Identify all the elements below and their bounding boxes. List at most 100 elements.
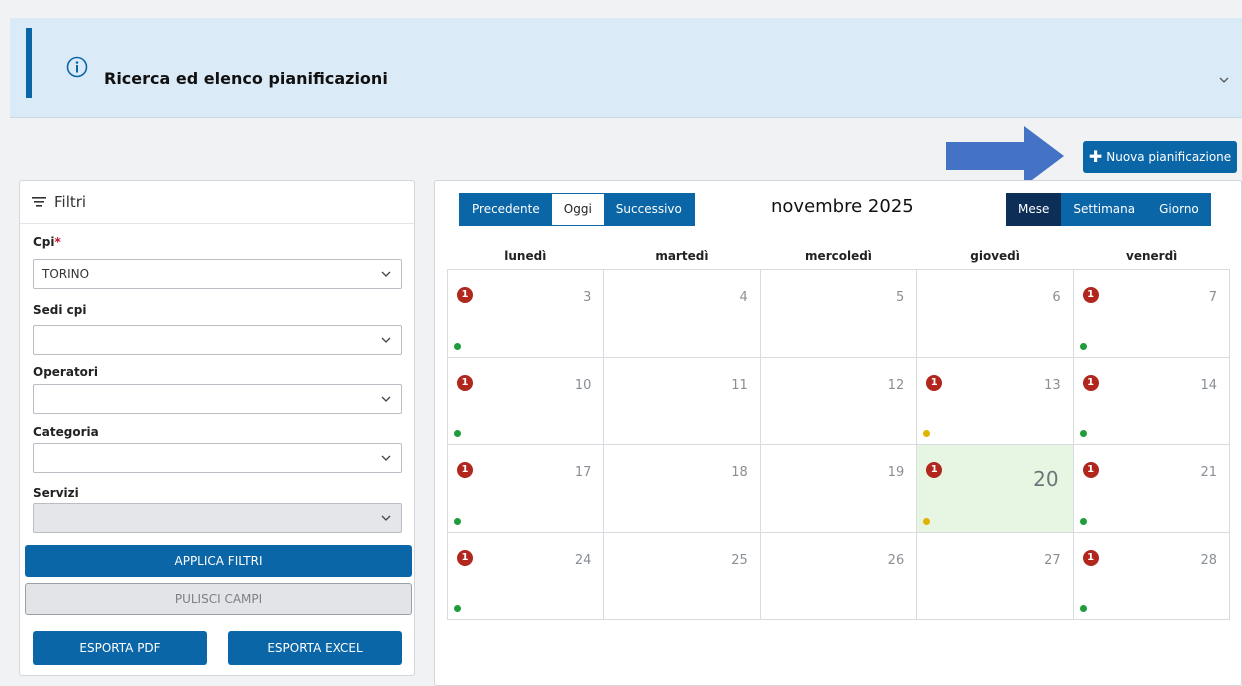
event-count-badge[interactable]: 1 [926, 374, 943, 391]
calendar-day[interactable]: 13 [448, 270, 605, 358]
banner-title: Ricerca ed elenco pianificazioni [104, 69, 388, 88]
event-count-badge[interactable]: 1 [1082, 287, 1099, 303]
calendar-day[interactable]: 1 21 [1073, 445, 1231, 533]
event-count-badge[interactable]: 1 [926, 462, 943, 478]
calendar-day[interactable]: 1 17 [448, 445, 605, 533]
calendar-nav-group: Precedente Oggi Successivo [459, 193, 695, 226]
calendar-day[interactable]: 1 14 [1073, 357, 1231, 445]
day-number: 4 [739, 290, 748, 305]
calendar-day[interactable]: 6 [917, 270, 1074, 358]
operatori-select[interactable] [33, 384, 402, 414]
apply-filters-button[interactable]: APPLICA FILTRI [25, 545, 412, 577]
chevron-down-icon [381, 337, 391, 343]
status-dot-yellow [923, 430, 931, 437]
export-excel-button[interactable]: ESPORTA EXCEL [228, 631, 402, 665]
categoria-label: Categoria [33, 425, 99, 439]
day-number: 12 [887, 377, 905, 393]
calendar-day[interactable]: 12 [760, 357, 918, 445]
chevron-down-icon[interactable] [1218, 74, 1230, 86]
prev-button[interactable]: Precedente [460, 194, 552, 225]
day-number: 7 [1208, 290, 1218, 305]
day-number: 5 [895, 290, 905, 305]
today-button[interactable]: Oggi [551, 194, 604, 225]
calendar-day[interactable]: 19 [760, 445, 918, 533]
day-number: 24 [574, 552, 592, 568]
view-day-button[interactable]: Giorno [1147, 193, 1211, 226]
view-week-button[interactable]: Settimana [1061, 193, 1148, 226]
page: Ricerca ed elenco pianificazioni ✚ Nuova… [0, 0, 1242, 686]
day-number: 18 [731, 465, 748, 480]
next-button[interactable]: Successivo [603, 194, 694, 225]
event-count-badge[interactable]: 1 [457, 374, 473, 391]
calendar-day[interactable]: 1 13 [917, 357, 1074, 445]
calendar-day[interactable]: 17 [1073, 270, 1231, 358]
day-number: 28 [1200, 552, 1218, 568]
calendar-week-row: 1 24 25 26 27 1 28 [448, 532, 1231, 620]
day-number: 26 [887, 552, 905, 568]
calendar-day[interactable]: 1 28 [1073, 532, 1231, 620]
event-count-badge[interactable]: 1 [1082, 462, 1099, 478]
cpi-select[interactable]: TORINO [33, 259, 402, 289]
status-dot-green [1079, 430, 1087, 437]
event-count-badge[interactable]: 1 [457, 549, 473, 566]
weekday-header: lunedì [504, 249, 547, 263]
status-dot-green [454, 605, 461, 612]
calendar-week-row: 1 10 11 12 1 13 1 14 [448, 357, 1231, 445]
view-month-button[interactable]: Mese [1006, 193, 1062, 226]
chevron-down-icon [381, 271, 391, 277]
calendar-day[interactable]: 26 [760, 532, 918, 620]
calendar-day[interactable]: 27 [917, 532, 1074, 620]
servizi-select[interactable] [33, 503, 402, 533]
pointer-arrow-icon [946, 126, 1064, 186]
status-dot-green [1079, 517, 1087, 525]
calendar-day[interactable]: 18 [604, 445, 761, 533]
chevron-down-icon [381, 455, 391, 461]
filters-title: Filtri [54, 193, 87, 211]
banner-accent-bar [26, 28, 32, 98]
weekday-header: venerdì [1126, 249, 1178, 263]
calendar-day[interactable]: 11 [604, 357, 761, 445]
clear-fields-button[interactable]: PULISCI CAMPI [25, 583, 412, 615]
calendar-day[interactable]: 5 [760, 270, 918, 358]
cpi-select-value: TORINO [42, 267, 90, 281]
day-number: 20 [1033, 467, 1059, 491]
filters-header: Filtri [32, 193, 86, 211]
chevron-down-icon [381, 515, 391, 521]
new-planning-label: Nuova pianificazione [1106, 150, 1232, 164]
day-number: 27 [1044, 552, 1061, 568]
categoria-select[interactable] [33, 443, 402, 473]
info-icon [66, 56, 88, 78]
calendar-day-today[interactable]: 1 20 [917, 445, 1074, 533]
event-count-badge[interactable]: 1 [1082, 549, 1099, 566]
event-count-badge[interactable]: 1 [1082, 374, 1099, 391]
export-pdf-button[interactable]: ESPORTA PDF [33, 631, 207, 665]
event-count-badge[interactable]: 1 [457, 287, 473, 303]
calendar-day[interactable]: 4 [604, 270, 761, 358]
status-dot-green [454, 517, 461, 525]
day-number: 11 [731, 377, 748, 393]
chevron-down-icon [381, 396, 391, 402]
day-number: 13 [1044, 377, 1061, 393]
calendar-grid: lunedì martedì mercoledì giovedì venerdì 13 4… [447, 243, 1231, 620]
sedi-select[interactable] [33, 325, 402, 355]
info-banner[interactable]: Ricerca ed elenco pianificazioni [10, 18, 1242, 118]
calendar-day[interactable]: 1 10 [448, 357, 605, 445]
status-dot-green [1079, 342, 1087, 350]
day-number: 14 [1200, 377, 1218, 393]
filters-panel: Filtri Cpi* TORINO Sedi cpi Operatori Ca… [19, 180, 415, 676]
calendar-week-row: 1 17 18 19 1 20 1 21 [448, 445, 1231, 533]
new-planning-button[interactable]: ✚ Nuova pianificazione [1083, 141, 1237, 173]
status-dot-yellow [923, 517, 931, 525]
status-dot-green [454, 342, 461, 350]
required-marker: * [54, 235, 61, 249]
day-number: 10 [574, 377, 592, 393]
month-title: novembre 2025 [771, 196, 914, 217]
weekday-header-row: lunedì martedì mercoledì giovedì venerdì [447, 243, 1230, 269]
cpi-label: Cpi* [33, 235, 61, 249]
day-number: 25 [731, 552, 748, 568]
calendar-day[interactable]: 25 [604, 532, 761, 620]
event-count-badge[interactable]: 1 [457, 462, 473, 478]
calendar-day[interactable]: 1 24 [448, 532, 605, 620]
day-number: 19 [887, 465, 905, 480]
calendar-panel: Precedente Oggi Successivo novembre 2025… [434, 180, 1242, 686]
